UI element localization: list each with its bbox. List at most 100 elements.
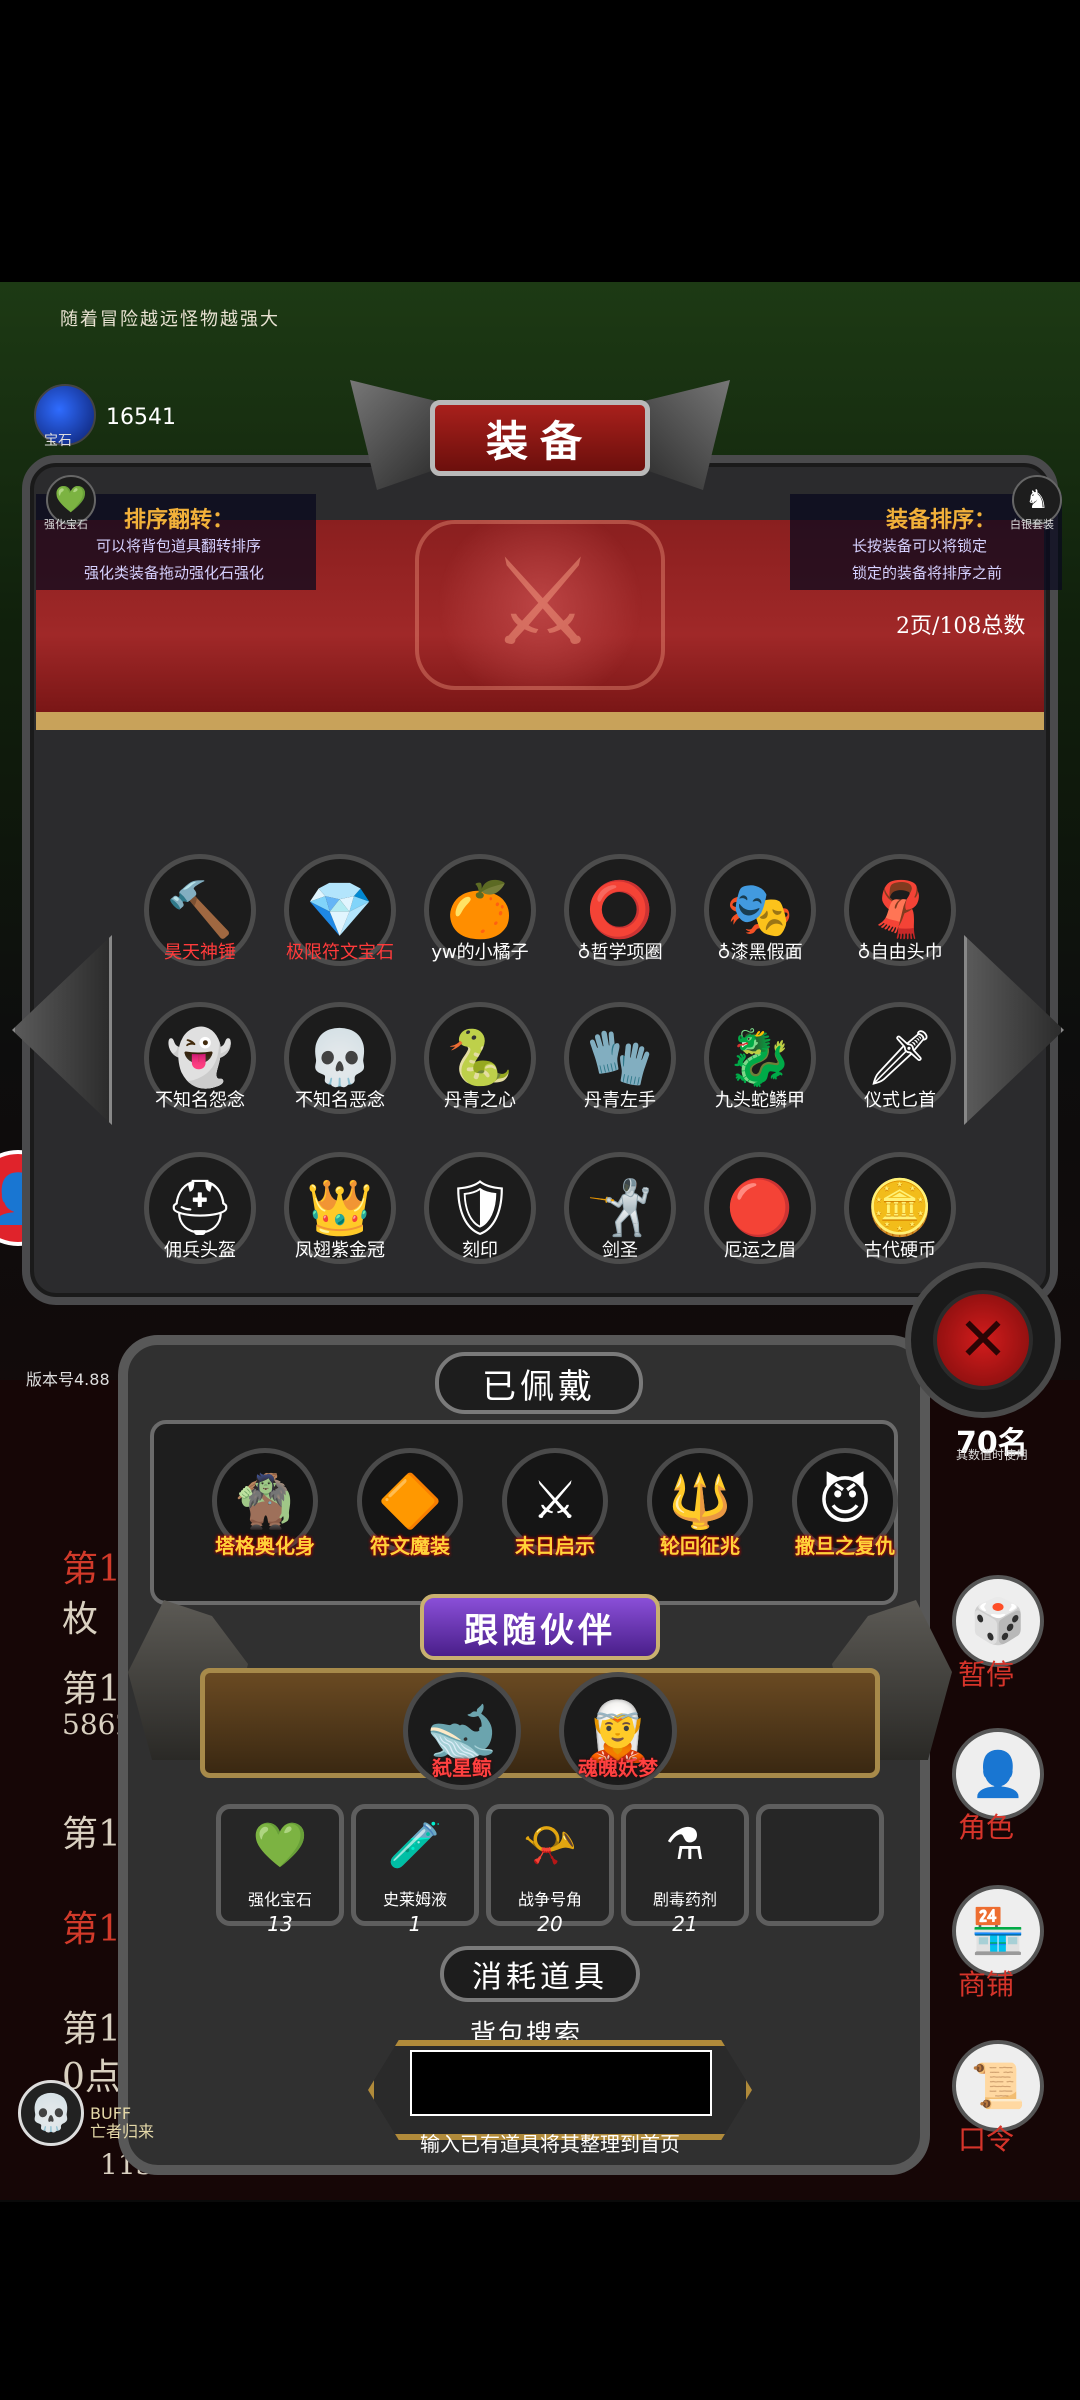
inventory-slot-label: 不知名怨念 bbox=[155, 1090, 245, 1111]
swordsman-icon: 🤺 bbox=[586, 1176, 654, 1239]
right-menu-label: 暂停 bbox=[958, 1658, 1015, 1691]
log-line: 第1 bbox=[62, 1814, 121, 1855]
sort-flip-heading[interactable]: 排序翻转： bbox=[124, 502, 234, 534]
inventory-slot-label: 仪式匕首 bbox=[864, 1090, 936, 1111]
inventory-slot-label: ♁漆黑假面 bbox=[717, 942, 803, 963]
hydra-armor-icon: 🐉 bbox=[726, 1026, 794, 1089]
seal-icon: 🛡 bbox=[445, 1176, 515, 1239]
glove-icon: 🧤 bbox=[586, 1026, 654, 1089]
dice-icon: 🎲 bbox=[970, 1596, 1026, 1647]
consumables-title: 消耗道具 bbox=[440, 1946, 640, 2002]
inventory-slot-label: 九头蛇鳞甲 bbox=[715, 1090, 805, 1111]
orange-icon: 🍊 bbox=[446, 878, 514, 941]
inventory-slot-label: 丹青左手 bbox=[584, 1090, 656, 1111]
version-label: 版本号4.88 bbox=[26, 1370, 110, 1389]
equipped-title: 已佩戴 bbox=[435, 1352, 643, 1414]
corner-left-label: 强化宝石 bbox=[44, 518, 88, 531]
consumable-label: 剧毒药剂 bbox=[652, 1890, 717, 1909]
consumable-label: 强化宝石 bbox=[247, 1890, 312, 1909]
knight-icon: ♞ bbox=[1025, 485, 1049, 515]
sort-flip-text-1: 可以将背包道具翻转排序 bbox=[96, 537, 262, 555]
rune-armor-icon: 🔶 bbox=[377, 1471, 443, 1532]
cycle-staff-icon: 🔱 bbox=[667, 1471, 733, 1532]
inventory-slot-label: 剑圣 bbox=[602, 1240, 638, 1261]
equipped-slot-label: 轮回征兆 bbox=[660, 1534, 740, 1558]
warrior-avatar-icon: 🧌 bbox=[232, 1471, 298, 1532]
consumable-label: 战争号角 bbox=[517, 1890, 582, 1909]
adventure-tip: 随着冒险越远怪物越强大 bbox=[60, 309, 280, 330]
upgrade-gem-icon: 💚 bbox=[252, 1820, 308, 1871]
equipped-slot-label: 塔格奥化身 bbox=[215, 1534, 315, 1558]
gem-count: 16541 bbox=[106, 405, 176, 430]
consumable-slot[interactable] bbox=[756, 1804, 884, 1926]
inventory-slot-label: 不知名恶念 bbox=[295, 1090, 385, 1111]
equipped-slot-label: 末日启示 bbox=[515, 1534, 595, 1558]
companion-band bbox=[200, 1668, 880, 1778]
buff-subtitle: 亡者归来 bbox=[90, 2122, 155, 2141]
corner-right-label: 白银套装 bbox=[1010, 518, 1054, 531]
shop-icon: 🏪 bbox=[970, 1906, 1026, 1957]
sort-flip-text-2: 强化类装备拖动强化石强化 bbox=[84, 564, 265, 582]
page-indicator: 2页/108总数 bbox=[896, 614, 1026, 639]
equip-sort-heading[interactable]: 装备排序： bbox=[886, 502, 996, 534]
consumable-count: 1 bbox=[408, 1912, 422, 1936]
slime-bottle-icon: 🧪 bbox=[387, 1820, 443, 1871]
serpent-heart-icon: 🐍 bbox=[446, 1026, 514, 1089]
crossed-swords-emblem-icon bbox=[415, 520, 665, 690]
helmet-icon: ⛑ bbox=[165, 1176, 235, 1239]
equipment-title: 装备 bbox=[430, 400, 650, 476]
headscarf-icon: 🧣 bbox=[866, 878, 934, 941]
crown-icon: 👑 bbox=[306, 1176, 374, 1239]
rank-hint: 其数值时使用 bbox=[956, 1448, 1029, 1462]
close-button[interactable]: ✕ bbox=[905, 1262, 1061, 1418]
war-horn-icon: 📯 bbox=[522, 1820, 578, 1871]
ghost-icon: 👻 bbox=[166, 1026, 234, 1089]
satan-armor-icon: 😈 bbox=[817, 1471, 873, 1531]
companion-slot-label: 魂魄妖梦 bbox=[578, 1756, 658, 1780]
upgrade-gem-icon: 💚 bbox=[54, 485, 88, 515]
inventory-slot-label: yw的小橘子 bbox=[431, 942, 529, 963]
consumable-count: 13 bbox=[267, 1912, 293, 1936]
equipped-slot-label: 符文魔装 bbox=[370, 1534, 450, 1558]
buff-title: BUFF bbox=[90, 2104, 132, 2123]
mask-icon: 🎭 bbox=[726, 878, 794, 941]
companion-title: 跟随伙伴 bbox=[420, 1594, 660, 1660]
specter-icon: 💀 bbox=[306, 1026, 374, 1089]
rune-gems-icon: 💎 bbox=[306, 878, 374, 941]
hammer-icon: 🔨 bbox=[166, 878, 234, 941]
inventory-slot-label: ♁哲学项圈 bbox=[577, 942, 663, 963]
hooded-figure-icon: 👤 bbox=[970, 1749, 1026, 1800]
inventory-slot-label: 丹青之心 bbox=[444, 1090, 516, 1111]
right-menu-label: 角色 bbox=[958, 1811, 1015, 1844]
consumable-count: 20 bbox=[537, 1912, 563, 1936]
equipped-slot-label: 撒旦之复仇 bbox=[795, 1534, 895, 1558]
right-menu-label: 口令 bbox=[958, 2123, 1015, 2156]
log-line: 第1 bbox=[62, 1549, 121, 1590]
inventory-slot-label: 昊天神锤 bbox=[164, 942, 236, 963]
bag-search-input[interactable] bbox=[410, 2050, 712, 2116]
apocalypse-axes-icon: ⚔ bbox=[531, 1471, 579, 1531]
doom-brow-icon: 🔴 bbox=[726, 1176, 794, 1239]
inventory-slot-label: 刻印 bbox=[462, 1240, 498, 1261]
inventory-slot-label: 古代硬币 bbox=[864, 1240, 936, 1261]
log-line: 枚 bbox=[62, 1599, 99, 1640]
log-line: 第1 bbox=[62, 1909, 121, 1950]
gem-label: 宝石 bbox=[44, 433, 72, 449]
inventory-slot-label: 极限符文宝石 bbox=[286, 942, 394, 963]
coin-icon: 🪙 bbox=[866, 1176, 934, 1239]
consumable-label: 史莱姆液 bbox=[382, 1890, 447, 1909]
dagger-icon: 🗡 bbox=[865, 1026, 935, 1089]
companion-slot-label: 弑星鲸 bbox=[432, 1756, 492, 1780]
equip-sort-text-2: 锁定的装备将排序之前 bbox=[852, 564, 1003, 582]
inventory-slot-label: 凤翅紫金冠 bbox=[295, 1240, 385, 1261]
collar-icon: ⭕ bbox=[586, 878, 654, 941]
inventory-slot-label: 佣兵头盔 bbox=[164, 1240, 236, 1261]
buff-skull-icon[interactable]: 💀 bbox=[18, 2080, 84, 2146]
scroll-icon: 📜 bbox=[970, 2061, 1026, 2112]
inventory-slot-label: 厄运之眉 bbox=[724, 1240, 796, 1261]
poison-potion-icon: ⚗ bbox=[665, 1819, 705, 1870]
consumable-count: 21 bbox=[672, 1912, 698, 1936]
equip-sort-text-1: 长按装备可以将锁定 bbox=[852, 537, 988, 555]
bag-search-hint: 输入已有道具将其整理到首页 bbox=[420, 2132, 680, 2156]
inventory-slot-label: ♁自由头巾 bbox=[857, 942, 943, 963]
